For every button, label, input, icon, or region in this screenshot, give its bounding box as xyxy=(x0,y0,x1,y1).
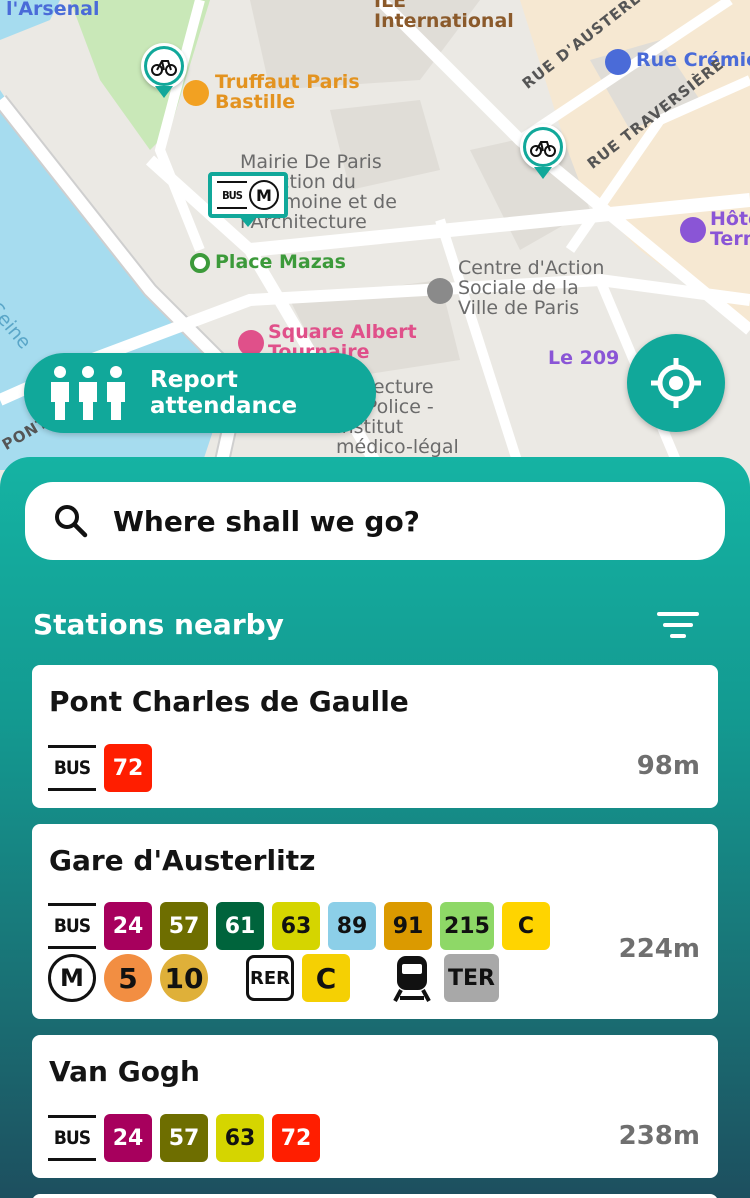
map-label-place-mazas: Place Mazas xyxy=(215,251,346,273)
bus-line-badge: 89 xyxy=(328,902,376,950)
station-card[interactable]: Van Gogh BUS 24 57 63 72 238m xyxy=(32,1035,718,1178)
hotel-icon xyxy=(680,217,706,243)
metro-icon: M xyxy=(48,954,96,1002)
bus-line-badge: C xyxy=(501,902,550,950)
filter-icon[interactable] xyxy=(654,605,702,645)
bus-icon: BUS xyxy=(217,181,247,209)
bus-line-badge: 63 xyxy=(272,902,320,950)
bike-icon xyxy=(530,141,556,157)
train-icon xyxy=(388,954,436,1002)
station-card[interactable] xyxy=(32,1194,718,1198)
map-label-le-209: Le 209 xyxy=(548,347,620,369)
bus-line-badge: 91 xyxy=(384,902,432,950)
bus-line-badge: 63 xyxy=(216,1114,264,1162)
rer-icon: RER xyxy=(246,955,294,1001)
bus-line-badge: 57 xyxy=(160,902,208,950)
map-label-hotel: Hôtel Terminus xyxy=(710,208,750,250)
transit-stop-pin[interactable]: BUS M xyxy=(208,172,288,218)
map-view[interactable]: l'Arsenal ILE International Truffaut Par… xyxy=(0,0,750,470)
bike-icon xyxy=(151,60,177,76)
bike-station-pin[interactable] xyxy=(141,43,187,89)
search-placeholder: Where shall we go? xyxy=(113,504,420,538)
station-name: Pont Charles de Gaulle xyxy=(49,685,409,718)
map-label-ile-international: ILE International xyxy=(374,0,514,32)
station-distance: 238m xyxy=(618,1121,700,1151)
report-attendance-label: Report attendance xyxy=(150,367,298,419)
search-bar[interactable]: Where shall we go? xyxy=(25,482,725,560)
metro-line-badge: 10 xyxy=(160,954,208,1002)
crosshair-icon xyxy=(651,358,701,408)
people-icon xyxy=(48,366,128,420)
bus-icon: BUS xyxy=(48,903,96,949)
report-attendance-button[interactable]: Report attendance xyxy=(24,353,376,433)
star-icon xyxy=(605,49,631,75)
bottom-panel: Where shall we go? Stations nearby Pont … xyxy=(0,457,750,1198)
station-distance: 98m xyxy=(636,751,700,781)
map-label-truffaut: Truffaut Paris Bastille xyxy=(215,71,360,113)
station-card[interactable]: Pont Charles de Gaulle BUS 72 98m xyxy=(32,665,718,808)
map-label-centre-action: Centre d'Action Sociale de la Ville de P… xyxy=(458,257,605,319)
bus-icon: BUS xyxy=(48,745,96,791)
metro-line-badge: 5 xyxy=(104,954,152,1002)
station-distance: 224m xyxy=(618,934,700,964)
shop-icon xyxy=(183,80,209,106)
bus-line-badge: 72 xyxy=(272,1114,320,1162)
bus-line-badge: 24 xyxy=(104,1114,152,1162)
station-card[interactable]: Gare d'Austerlitz BUS 24 57 61 63 89 91 … xyxy=(32,824,718,1019)
bus-line-badge: 72 xyxy=(104,744,152,792)
bus-line-badge: 57 xyxy=(160,1114,208,1162)
bus-line-badge: 215 xyxy=(440,902,494,950)
metro-icon: M xyxy=(249,180,279,210)
station-name: Gare d'Austerlitz xyxy=(49,844,316,877)
bike-station-pin[interactable] xyxy=(520,124,566,170)
bus-icon: BUS xyxy=(48,1115,96,1161)
station-name: Van Gogh xyxy=(49,1055,200,1088)
map-label-arsenal: l'Arsenal xyxy=(6,0,100,20)
townhall-icon xyxy=(427,278,453,304)
stations-nearby-title: Stations nearby xyxy=(33,608,284,641)
map-label-rue-cremieux: Rue Crémieux xyxy=(636,49,750,71)
rer-line-badge: C xyxy=(302,954,350,1002)
train-line-badge: TER xyxy=(444,954,499,1002)
station-dot-icon xyxy=(190,253,210,273)
bus-line-badge: 61 xyxy=(216,902,264,950)
search-icon xyxy=(55,505,88,538)
bus-line-badge: 24 xyxy=(104,902,152,950)
locate-me-button[interactable] xyxy=(627,334,725,432)
